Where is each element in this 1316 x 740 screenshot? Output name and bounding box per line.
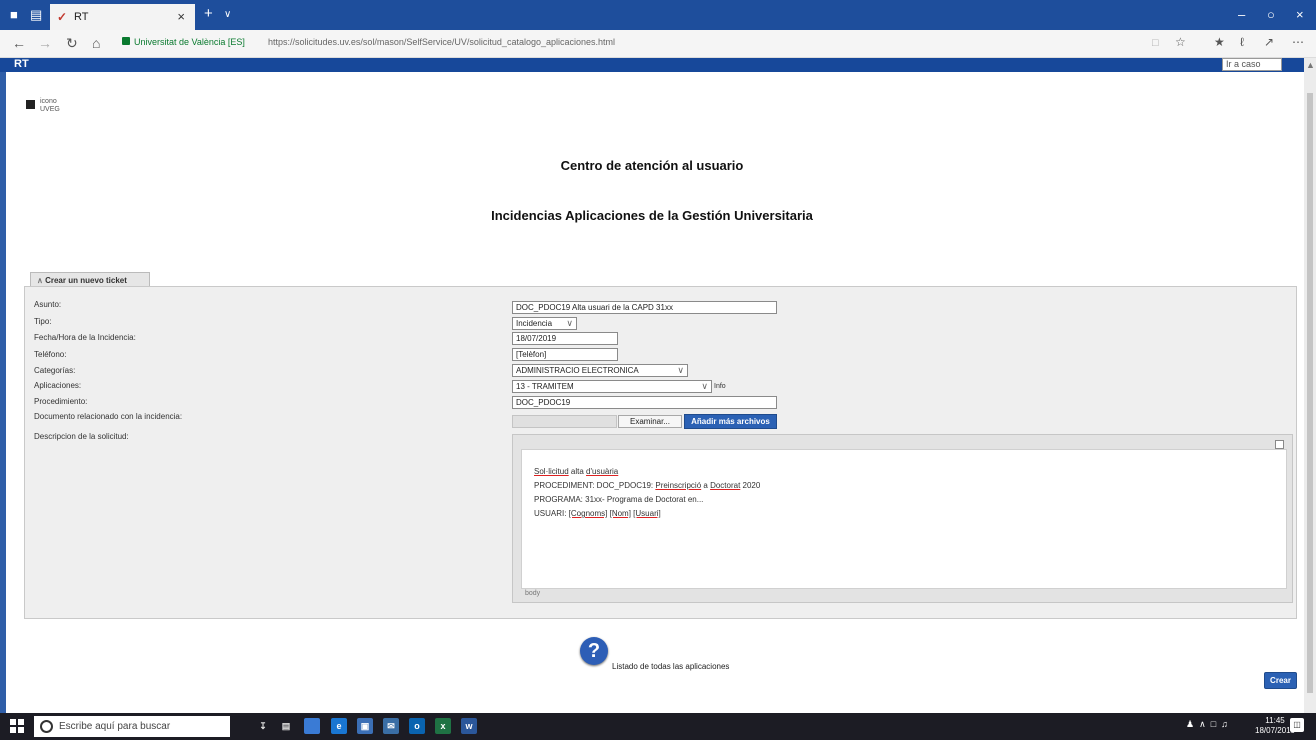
minimize-icon[interactable]: – — [1238, 7, 1245, 22]
editor-line: Sol·licitud alta d'usuària — [534, 467, 619, 476]
refresh-icon[interactable]: ↻ — [66, 35, 78, 52]
logo: icono UVEG — [26, 98, 86, 122]
app-name: RT — [14, 58, 29, 70]
desktop-app-icon[interactable] — [304, 718, 320, 734]
home-icon[interactable]: ⌂ — [92, 35, 100, 51]
taskbar-search-input[interactable]: Escribe aquí para buscar — [34, 716, 230, 737]
telefono-label: Teléfono: — [34, 350, 67, 359]
categorias-value: ADMINISTRACIO ELECTRONICA — [516, 366, 639, 375]
descripcion-label: Descripcion de la solicitud: — [34, 432, 129, 441]
rt-favicon-icon: ✓ — [57, 10, 68, 24]
procedimiento-label: Procedimiento: — [34, 397, 88, 406]
volume-icon[interactable]: ♫ — [1221, 719, 1228, 729]
editor-line: USUARI: [Cognoms] [Nom] [Usuari] — [534, 509, 661, 518]
chevron-down-icon: ∨ — [677, 365, 684, 375]
favorites-list-icon[interactable]: ★ — [1214, 35, 1225, 49]
favorite-star-icon[interactable]: ☆ — [1175, 35, 1186, 49]
browser-tab[interactable]: ✓ RT × — [50, 4, 195, 30]
window-menu-icon[interactable]: ■ — [10, 7, 18, 22]
notification-icon[interactable]: ◫ — [1290, 718, 1304, 732]
asunto-label: Asunto: — [34, 300, 62, 309]
more-menu-icon[interactable]: ⋯ — [1292, 35, 1304, 49]
browser-titlebar: ■ ▤ ✓ RT × + ∨ – ○ × — [0, 0, 1316, 30]
windows-start-icon[interactable] — [10, 719, 24, 733]
tipo-label: Tipo: — [34, 317, 52, 326]
aplicaciones-select[interactable]: 13 - TRAMITEM ∨ — [512, 380, 712, 393]
forward-icon[interactable]: → — [38, 35, 52, 51]
fecha-label: Fecha/Hora de la Incidencia: — [34, 333, 136, 342]
goto-ticket-input[interactable]: Ir a caso — [1222, 58, 1282, 71]
edge-browser-icon[interactable]: e — [331, 718, 347, 734]
info-link[interactable]: Info — [714, 383, 726, 390]
page-title: Centro de atención al usuario — [560, 158, 744, 173]
aplicaciones-label: Aplicaciones: — [34, 381, 82, 390]
new-tab-icon[interactable]: + — [204, 5, 213, 22]
close-tab-icon[interactable]: × — [177, 9, 185, 24]
site-identity: Universitat de València [ES] — [134, 37, 245, 47]
excel-icon[interactable]: x — [435, 718, 451, 734]
collapse-chevron-icon: ∧ — [37, 276, 43, 285]
system-tray[interactable]: ♟ ∧ □ ♫ — [1186, 719, 1228, 730]
mail-icon[interactable]: ✉ — [383, 718, 399, 734]
asunto-field[interactable]: DOC_PDOC19 Alta usuari de la CAPD 31xx — [512, 301, 777, 314]
share-icon[interactable]: ↗ — [1264, 35, 1274, 49]
description-editor: Sol·licitud alta d'usuària PROCEDIMENT: … — [512, 434, 1293, 603]
scrollbar-thumb[interactable] — [1307, 93, 1313, 693]
categorias-label: Categorías: — [34, 366, 76, 375]
tipo-value: Incidencia — [516, 319, 553, 328]
categorias-select[interactable]: ADMINISTRACIO ELECTRONICA ∨ — [512, 364, 688, 377]
fecha-field[interactable]: 18/07/2019 — [512, 332, 618, 345]
editor-element-path: body — [525, 590, 541, 597]
tab-crear-ticket[interactable]: ∧ Crear un nuevo ticket — [30, 272, 150, 287]
url-text: https://solicitudes.uv.es/sol/mason/Self… — [268, 37, 616, 47]
browse-button[interactable]: Examinar... — [618, 415, 682, 428]
back-icon[interactable]: ← — [12, 35, 26, 51]
store-icon[interactable]: ▣ — [357, 718, 373, 734]
tab-title: RT — [74, 11, 89, 23]
editor-line: PROCEDIMENT: DOC_PDOC19: Preinscripció a… — [534, 481, 761, 490]
people-icon[interactable]: ♟ — [1186, 719, 1194, 729]
editor-line: PROGRAMA: 31xx- Programa de Doctorat en.… — [534, 495, 704, 504]
add-more-files-button[interactable]: Añadir más archivos — [684, 414, 777, 429]
help-question-icon[interactable]: ? — [580, 637, 608, 665]
logo-alt-text: icono UVEG — [40, 98, 60, 113]
scroll-up-icon[interactable]: ▲ — [1306, 60, 1315, 70]
microphone-icon[interactable]: ↧ — [255, 718, 271, 734]
tabs-aside-icon[interactable]: ▤ — [30, 7, 42, 23]
editor-maximize-icon[interactable] — [1275, 440, 1284, 449]
task-view-icon[interactable]: ▤ — [278, 718, 294, 734]
create-button[interactable]: Crear — [1264, 672, 1297, 689]
tray-chevron-icon[interactable]: ∧ — [1199, 719, 1206, 729]
editor-body[interactable]: Sol·licitud alta d'usuària PROCEDIMENT: … — [521, 449, 1287, 589]
windows-taskbar: Escribe aquí para buscar ↧ ▤ e ▣ ✉ o x w… — [0, 713, 1316, 740]
network-icon[interactable]: □ — [1211, 719, 1216, 729]
file-path-field[interactable] — [512, 415, 617, 428]
rt-header-bar: RT — [0, 58, 1304, 72]
close-window-icon[interactable]: × — [1296, 7, 1304, 22]
page-scrollbar[interactable]: ▲ — [1304, 58, 1316, 713]
broken-image-icon — [26, 100, 35, 109]
chevron-down-icon: ∨ — [701, 381, 708, 391]
url-field[interactable]: Universitat de València [ES] https://sol… — [118, 33, 1158, 55]
telefono-field[interactable]: [Telèfon] — [512, 348, 618, 361]
tab-label: Crear un nuevo ticket — [45, 276, 127, 285]
aplicaciones-value: 13 - TRAMITEM — [516, 382, 574, 391]
tipo-select[interactable]: Incidencia ∨ — [512, 317, 577, 330]
lock-icon — [122, 37, 130, 45]
search-placeholder: Escribe aquí para buscar — [59, 721, 171, 732]
outlook-icon[interactable]: o — [409, 718, 425, 734]
pen-notes-icon[interactable]: ℓ — [1240, 35, 1244, 49]
cortana-circle-icon — [40, 720, 53, 733]
procedimiento-field[interactable]: DOC_PDOC19 — [512, 396, 777, 409]
maximize-icon[interactable]: ○ — [1267, 7, 1275, 22]
tab-list-chevron-icon[interactable]: ∨ — [224, 9, 231, 20]
page-subtitle: Incidencias Aplicaciones de la Gestión U… — [491, 208, 813, 223]
chevron-down-icon: ∨ — [566, 318, 573, 328]
apps-list-link[interactable]: Listado de todas las aplicaciones — [612, 662, 729, 671]
documento-label: Documento relacionado con la incidencia: — [34, 412, 183, 421]
word-icon[interactable]: w — [461, 718, 477, 734]
